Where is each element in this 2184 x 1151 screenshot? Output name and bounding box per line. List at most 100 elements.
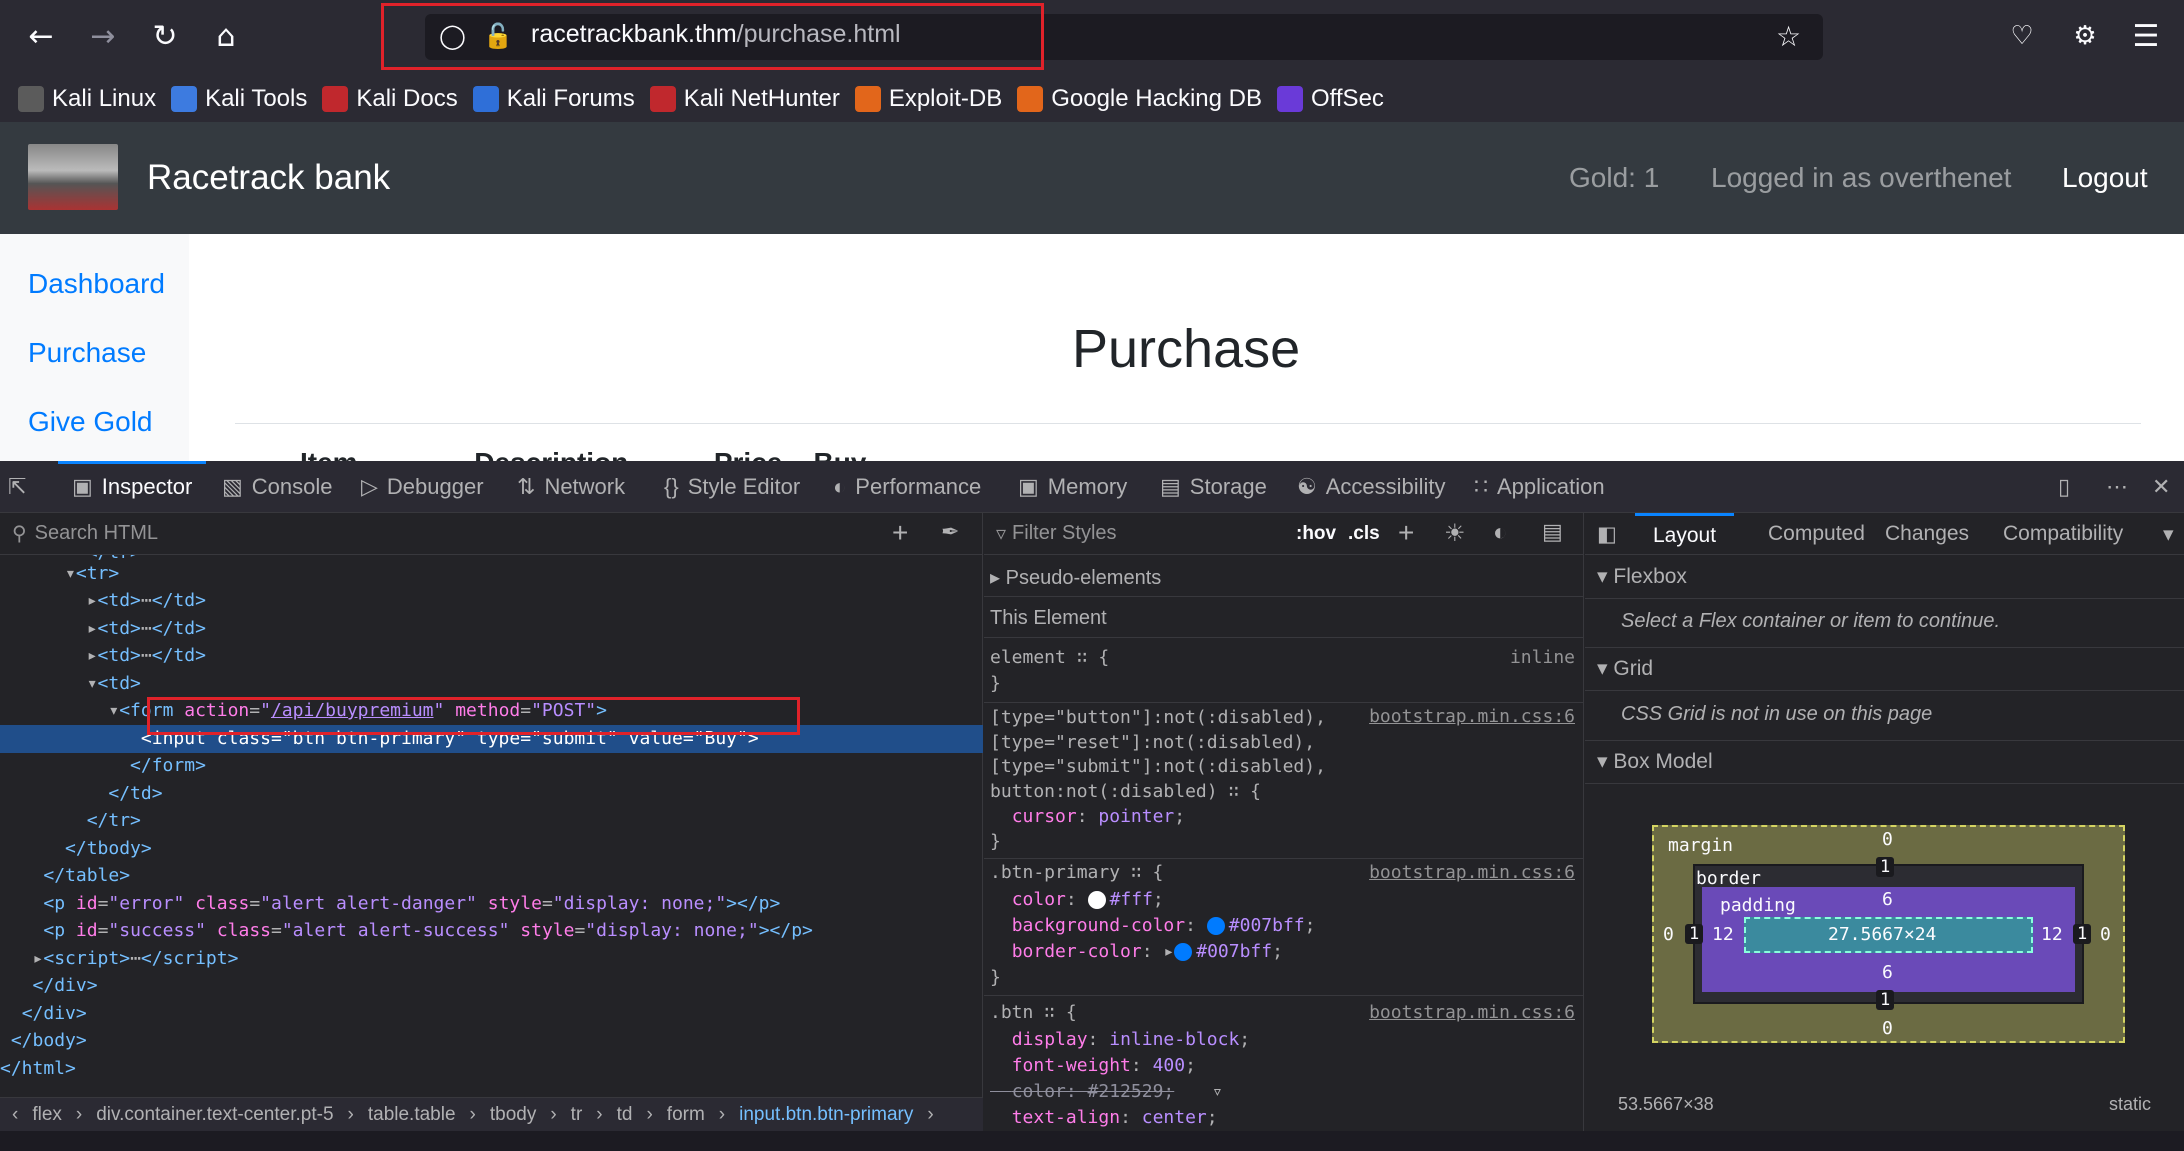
tab-inspector[interactable]: ▣ Inspector: [58, 461, 207, 510]
breadcrumb-item[interactable]: form: [667, 1104, 705, 1126]
home-button[interactable]: ⌂: [204, 14, 248, 58]
tab-console[interactable]: ▧ Console: [222, 461, 333, 513]
more-options-icon[interactable]: ⋯: [2106, 461, 2137, 513]
tree-line[interactable]: <p id="error" class="alert alert-danger"…: [0, 890, 983, 918]
breadcrumb-item[interactable]: div.container.text-center.pt-5: [96, 1104, 333, 1126]
color-declaration[interactable]: color: #fff;: [990, 889, 1164, 910]
tree-line[interactable]: ▸<td>⋯</td>: [0, 587, 983, 615]
tree-line[interactable]: </html>: [0, 1055, 983, 1083]
extensions-icon[interactable]: ⚙: [2063, 14, 2107, 58]
breadcrumb-scroll-left-icon[interactable]: ‹: [12, 1104, 18, 1126]
tree-line[interactable]: ▾<tr>: [0, 560, 983, 588]
margin-bottom-value[interactable]: 0: [1882, 1018, 1893, 1039]
background-color-declaration[interactable]: background-color: #007bff;: [990, 915, 1316, 936]
add-rule-icon[interactable]: +: [1398, 517, 1414, 549]
bootstrap-source-link[interactable]: bootstrap.min.css:6: [1369, 862, 1575, 883]
bookmark-kali-linux[interactable]: Kali Linux: [18, 85, 156, 113]
tab-computed[interactable]: Computed: [1768, 513, 1865, 555]
tree-line[interactable]: </form>: [0, 752, 983, 780]
pseudo-elements-toggle[interactable]: ▸ Pseudo-elements: [990, 565, 1161, 590]
tab-changes[interactable]: Changes: [1885, 513, 1969, 555]
bookmark-offsec[interactable]: OffSec: [1276, 85, 1384, 113]
search-html-input[interactable]: Search HTML: [35, 522, 158, 545]
sidebar-item-dashboard[interactable]: Dashboard: [28, 268, 165, 300]
tree-line[interactable]: </table>: [0, 862, 983, 890]
tree-line[interactable]: </body>: [0, 1027, 983, 1055]
box-model-section-toggle[interactable]: ▾ Box Model: [1585, 740, 2184, 784]
tree-line[interactable]: ▾<td>: [0, 670, 983, 698]
breadcrumb-scroll-right-icon[interactable]: ›: [927, 1104, 933, 1126]
breadcrumb-item[interactable]: flex: [32, 1104, 62, 1126]
padding-top-value[interactable]: 6: [1882, 889, 1893, 910]
border-right-value[interactable]: 1: [2073, 924, 2092, 944]
blue-swatch-icon[interactable]: [1174, 943, 1193, 961]
close-devtools-icon[interactable]: ✕: [2152, 461, 2179, 513]
logout-link[interactable]: Logout: [2062, 162, 2148, 194]
filter-icon[interactable]: ▿: [1212, 1081, 1223, 1102]
cursor-declaration[interactable]: cursor: pointer;: [990, 806, 1185, 827]
tab-layout[interactable]: Layout: [1635, 513, 1735, 555]
print-media-icon[interactable]: ▤: [1542, 519, 1563, 545]
breadcrumb-item[interactable]: tbody: [490, 1104, 536, 1126]
bootstrap-source-link[interactable]: bootstrap.min.css:6: [1369, 706, 1575, 727]
menu-icon[interactable]: ☰: [2124, 14, 2168, 58]
bookmark-google-hacking-db[interactable]: Google Hacking DB: [1017, 85, 1262, 113]
hov-toggle[interactable]: :hov: [1296, 523, 1336, 545]
margin-left-value[interactable]: 0: [1663, 924, 1674, 945]
tree-line[interactable]: ▸<td>⋯</td>: [0, 615, 983, 643]
bookmark-exploit-db[interactable]: Exploit-DB: [854, 85, 1002, 113]
tree-line[interactable]: </div>: [0, 1000, 983, 1028]
tree-line[interactable]: ▸<script>⋯</script>: [0, 945, 983, 973]
padding-right-value[interactable]: 12: [2041, 924, 2063, 945]
btn-primary-rule[interactable]: .btn-primary ∷ {: [990, 862, 1163, 883]
font-weight-declaration[interactable]: font-weight: 400;: [990, 1055, 1196, 1076]
bookmark-kali-tools[interactable]: Kali Tools: [171, 85, 307, 113]
filter-styles-input[interactable]: Filter Styles: [1012, 522, 1116, 545]
breadcrumb-item[interactable]: td: [617, 1104, 633, 1126]
reload-button[interactable]: ↻: [143, 14, 187, 58]
border-bottom-value[interactable]: 1: [1876, 990, 1895, 1010]
element-rule[interactable]: element ∷ {: [990, 647, 1109, 668]
bootstrap-source-link[interactable]: bootstrap.min.css:6: [1369, 1002, 1575, 1023]
tree-line[interactable]: </td>: [0, 780, 983, 808]
chevron-down-icon[interactable]: ▾: [2163, 513, 2174, 555]
white-swatch-icon[interactable]: [1087, 891, 1106, 909]
margin-right-value[interactable]: 0: [2100, 924, 2111, 945]
border-top-value[interactable]: 1: [1876, 857, 1895, 877]
border-color-declaration[interactable]: border-color: ▸ #007bff;: [990, 941, 1283, 962]
tab-style-editor[interactable]: {} Style Editor: [664, 461, 800, 513]
blue-swatch-icon[interactable]: [1206, 917, 1225, 935]
padding-left-value[interactable]: 12: [1712, 924, 1734, 945]
back-button[interactable]: ←: [19, 14, 63, 58]
border-left-value[interactable]: 1: [1685, 924, 1704, 944]
bookmark-kali-nethunter[interactable]: Kali NetHunter: [649, 85, 840, 113]
dark-scheme-icon[interactable]: ◐: [1493, 519, 1508, 547]
site-brand[interactable]: Racetrack bank: [147, 158, 390, 198]
eyedropper-icon[interactable]: ✒: [941, 519, 959, 545]
sidebar-item-purchase[interactable]: Purchase: [28, 337, 146, 369]
cls-toggle[interactable]: .cls: [1348, 523, 1380, 545]
tree-line[interactable]: </tr>: [0, 807, 983, 835]
tree-line[interactable]: </div>: [0, 972, 983, 1000]
tab-accessibility[interactable]: ☯ Accessibility: [1297, 461, 1446, 513]
breadcrumb-item[interactable]: tr: [571, 1104, 583, 1126]
tab-memory[interactable]: ▣ Memory: [1018, 461, 1127, 513]
text-align-declaration[interactable]: text-align: center;: [990, 1107, 1218, 1128]
padding-bottom-value[interactable]: 6: [1882, 962, 1893, 983]
grid-section-toggle[interactable]: ▾ Grid: [1585, 647, 2184, 691]
sidebar-toggle-icon[interactable]: ◧: [1597, 513, 1617, 555]
overridden-color-declaration[interactable]: color: #212529;: [990, 1081, 1175, 1102]
margin-top-value[interactable]: 0: [1882, 829, 1893, 850]
forward-button[interactable]: →: [81, 14, 125, 58]
flexbox-section-toggle[interactable]: ▾ Flexbox: [1585, 555, 2184, 599]
display-declaration[interactable]: display: inline-block;: [990, 1029, 1250, 1050]
tab-storage[interactable]: ▤ Storage: [1160, 461, 1267, 513]
tab-network[interactable]: ⇅ Network: [517, 461, 625, 513]
tab-debugger[interactable]: ▷ Debugger: [361, 461, 484, 513]
tree-line[interactable]: ▸<td>⋯</td>: [0, 642, 983, 670]
breadcrumb-item[interactable]: table.table: [368, 1104, 456, 1126]
responsive-design-icon[interactable]: ▯: [2058, 461, 2079, 513]
element-picker-icon[interactable]: ⇱: [8, 461, 35, 513]
add-node-icon[interactable]: +: [892, 517, 908, 549]
sidebar-item-give-gold[interactable]: Give Gold: [28, 406, 153, 438]
